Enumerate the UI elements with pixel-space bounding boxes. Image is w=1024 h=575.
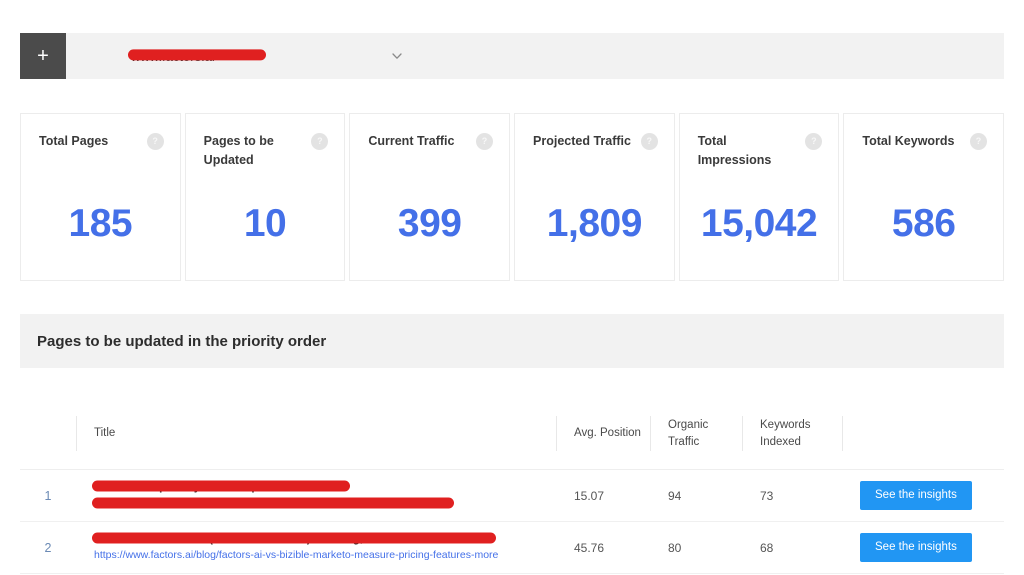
section-header-bar: Pages to be updated in the priority orde… [20, 314, 1004, 368]
stat-value: 185 [68, 202, 133, 245]
top-bar: + www.factors.ai [20, 33, 1004, 79]
column-header-number [20, 398, 76, 469]
stat-value: 399 [397, 202, 462, 245]
stat-label: Current Traffic [368, 134, 455, 148]
row-number: 2 [44, 540, 52, 555]
stat-label: Total Impressions [697, 134, 772, 168]
row-action-cell: See the insights [842, 522, 1004, 573]
row-title[interactable]: What Is Heap Analytics? Heap.io Overview [92, 480, 350, 496]
row-title-text: Factors.ai Vs Bizible (Marketo Measure) … [94, 532, 457, 545]
row-action-cell: See the insights [842, 470, 1004, 521]
stat-label: Total Pages [39, 134, 109, 148]
stat-card-pages-to-be-updated: Pages to be Updated ? 10 [184, 113, 346, 281]
row-url[interactable]: https://www.factors.ai/blog/factors-ai-v… [94, 548, 498, 563]
column-header-avg-position: Avg. Position [556, 398, 650, 469]
column-header-title: Title [76, 398, 556, 469]
row-title-cell[interactable]: What Is Heap Analytics? Heap.io Overview… [76, 470, 556, 521]
column-header-action [842, 398, 1004, 469]
site-selector-dropdown[interactable]: www.factors.ai [66, 33, 1004, 79]
table-header-row: Title Avg. Position Organic Traffic Keyw… [20, 398, 1004, 470]
site-name-text: www.factors.ai [131, 48, 215, 64]
row-url[interactable]: https://www.factors.ai/blog/what-is-heap… [92, 496, 454, 511]
see-the-insights-button[interactable]: See the insights [860, 480, 972, 511]
row-title-text: What Is Heap Analytics? Heap.io Overview [94, 480, 327, 493]
row-number: 1 [44, 488, 52, 503]
row-avg-position: 45.76 [574, 540, 605, 555]
column-header-organic-traffic: Organic Traffic [650, 398, 742, 469]
stat-card-header: Total Keywords ? [862, 132, 988, 151]
stat-card-header: Pages to be Updated ? [204, 132, 329, 171]
table-row[interactable]: 1 What Is Heap Analytics? Heap.io Overvi… [20, 470, 1004, 522]
row-title[interactable]: Factors.ai Vs Bizible (Marketo Measure) … [92, 532, 496, 548]
stat-cards-row: Total Pages ? 185 Pages to be Updated ? … [20, 113, 1005, 281]
table-row[interactable]: 2 Factors.ai Vs Bizible (Marketo Measure… [20, 522, 1004, 574]
row-url-text: https://www.factors.ai/blog/what-is-heap… [94, 497, 407, 510]
stat-label: Projected Traffic [533, 134, 631, 148]
question-mark-icon[interactable]: ? [311, 133, 329, 150]
question-mark-icon[interactable]: ? [805, 133, 823, 150]
row-organic-traffic: 80 [668, 540, 682, 555]
stat-label: Pages to be Updated [203, 134, 274, 168]
see-the-insights-button[interactable]: See the insights [860, 532, 972, 563]
add-site-button[interactable]: + [20, 33, 66, 79]
stat-card-total-pages: Total Pages ? 185 [20, 113, 181, 281]
row-title-cell[interactable]: Factors.ai Vs Bizible (Marketo Measure) … [76, 522, 556, 573]
column-header-keywords-indexed: Keywords Indexed [742, 398, 842, 469]
question-mark-icon[interactable]: ? [146, 133, 164, 150]
row-url-text: https://www.factors.ai/blog/factors-ai-v… [94, 549, 499, 562]
dashboard-page: + www.factors.ai Total Pages ? 185 Pages… [0, 0, 1024, 575]
stat-card-projected-traffic: Projected Traffic ? 1,809 [514, 113, 675, 281]
row-keywords-indexed: 73 [760, 488, 774, 503]
stat-value: 1,809 [546, 202, 643, 245]
stat-card-header: Total Pages ? [39, 132, 164, 151]
stat-value: 10 [243, 202, 287, 245]
question-mark-icon[interactable]: ? [476, 133, 494, 150]
pages-table: Title Avg. Position Organic Traffic Keyw… [20, 398, 1004, 575]
stat-card-header: Projected Traffic ? [533, 132, 658, 151]
stat-value: 586 [891, 202, 956, 245]
selected-site-name: www.factors.ai [128, 48, 266, 64]
stat-card-total-impressions: Total Impressions ? 15,042 [678, 113, 840, 281]
stat-card-header: Total Impressions ? [698, 132, 823, 171]
stat-value: 15,042 [700, 202, 818, 245]
row-avg-position: 15.07 [574, 488, 605, 503]
stat-label: Total Keywords [862, 134, 955, 148]
row-organic-traffic: 94 [668, 488, 682, 503]
question-mark-icon[interactable]: ? [640, 133, 658, 150]
row-keywords-indexed: 68 [760, 540, 774, 555]
section-title: Pages to be updated in the priority orde… [37, 332, 327, 350]
question-mark-icon[interactable]: ? [970, 133, 988, 150]
stat-card-total-keywords: Total Keywords ? 586 [843, 113, 1005, 281]
chevron-down-icon[interactable] [391, 50, 403, 62]
stat-card-current-traffic: Current Traffic ? 399 [349, 113, 511, 281]
stat-card-header: Current Traffic ? [368, 132, 494, 151]
